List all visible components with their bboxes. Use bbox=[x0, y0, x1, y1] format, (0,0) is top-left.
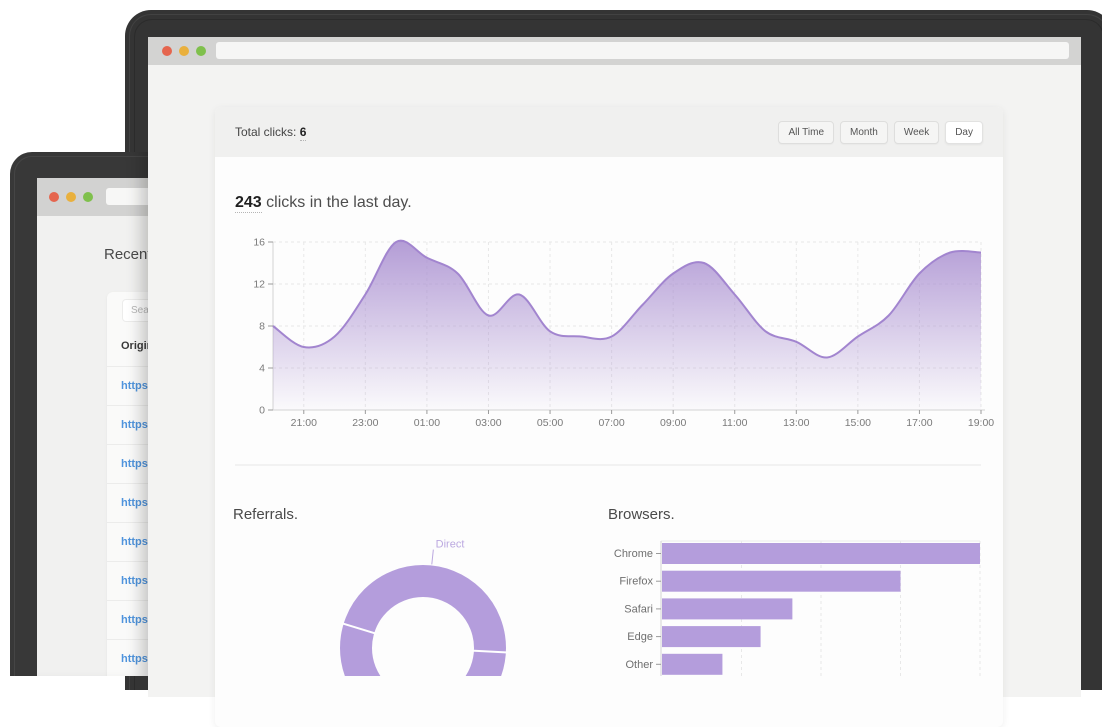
filter-button-week[interactable]: Week bbox=[894, 121, 939, 144]
origin-link[interactable]: https:// bbox=[121, 653, 148, 665]
table-row: https:// bbox=[107, 483, 148, 522]
table-row: https:// bbox=[107, 405, 148, 444]
browsers-heading: Browsers. bbox=[608, 506, 675, 523]
svg-text:12: 12 bbox=[253, 279, 265, 291]
svg-text:19:00: 19:00 bbox=[968, 417, 994, 429]
filter-button-day[interactable]: Day bbox=[945, 121, 983, 144]
table-row: https:// bbox=[107, 639, 148, 676]
maximize-window-button[interactable] bbox=[196, 46, 206, 56]
svg-text:03:00: 03:00 bbox=[475, 417, 501, 429]
browser-label-other: Other bbox=[625, 659, 653, 671]
recent-heading: Recent bbox=[104, 246, 148, 263]
close-window-button[interactable] bbox=[162, 46, 172, 56]
filter-button-all-time[interactable]: All Time bbox=[778, 121, 834, 144]
svg-text:8: 8 bbox=[259, 321, 265, 333]
origin-link[interactable]: https:// bbox=[121, 614, 148, 626]
svg-text:17:00: 17:00 bbox=[906, 417, 932, 429]
filter-button-month[interactable]: Month bbox=[840, 121, 888, 144]
main-browser-titlebar bbox=[148, 37, 1081, 65]
svg-text:01:00: 01:00 bbox=[414, 417, 440, 429]
analytics-card-header: Total clicks: 6 All Time Month Week Day bbox=[215, 107, 1003, 157]
svg-text:07:00: 07:00 bbox=[598, 417, 624, 429]
maximize-window-button[interactable] bbox=[83, 192, 93, 202]
origin-link[interactable]: https:// bbox=[121, 497, 148, 509]
svg-text:23:00: 23:00 bbox=[352, 417, 378, 429]
svg-text:11:00: 11:00 bbox=[722, 417, 748, 429]
referrals-heading: Referrals. bbox=[233, 506, 298, 523]
origin-link[interactable]: https:// bbox=[121, 458, 148, 470]
origin-link[interactable]: https:// bbox=[121, 419, 148, 431]
browser-label-chrome: Chrome bbox=[614, 548, 653, 560]
table-row: https:// bbox=[107, 522, 148, 561]
charts-canvas: 0 4 8 12 16 21:00 23:00 01:00 03:00 05:00 07:00 09:… bbox=[215, 157, 1003, 676]
svg-text:16: 16 bbox=[253, 237, 265, 249]
table-row: https:// bbox=[107, 366, 148, 405]
svg-text:21:00: 21:00 bbox=[291, 417, 317, 429]
total-clicks-value: 6 bbox=[300, 125, 307, 141]
minimize-window-button[interactable] bbox=[179, 46, 189, 56]
table-row: https:// bbox=[107, 600, 148, 639]
links-table: https:// https:// https:// https:// https://… bbox=[107, 366, 148, 676]
browser-bar-firefox bbox=[662, 571, 901, 592]
background-browser-window: Recent Origin https://https://https://ht… bbox=[10, 152, 148, 676]
origin-link[interactable]: https:// bbox=[121, 536, 148, 548]
svg-text:05:00: 05:00 bbox=[537, 417, 563, 429]
window-controls bbox=[49, 192, 93, 202]
browser-bar-safari bbox=[662, 598, 792, 619]
total-clicks-label: Total clicks: 6 bbox=[235, 125, 306, 139]
origin-column-header: Origin bbox=[121, 340, 148, 352]
browser-label-edge: Edge bbox=[627, 631, 653, 643]
search-input[interactable] bbox=[122, 299, 148, 322]
background-browser-titlebar bbox=[37, 178, 148, 216]
main-browser-window-frame: Total clicks: 6 All TimeMonthWeekDay 243… bbox=[125, 10, 1102, 690]
time-filter-group: All Time Month Week Day bbox=[778, 121, 983, 144]
browser-label-safari: Safari bbox=[624, 603, 653, 615]
svg-text:13:00: 13:00 bbox=[783, 417, 809, 429]
svg-text:15:00: 15:00 bbox=[845, 417, 871, 429]
url-bar[interactable] bbox=[216, 42, 1069, 59]
doughnut-label-direct: Direct bbox=[436, 539, 465, 551]
origin-link[interactable]: https:// bbox=[121, 380, 148, 392]
svg-text:0: 0 bbox=[259, 405, 265, 417]
analytics-card: Total clicks: 6 All TimeMonthWeekDay 243… bbox=[215, 107, 1003, 727]
url-bar[interactable] bbox=[106, 188, 148, 205]
browser-bar-other bbox=[662, 654, 722, 675]
browser-bar-edge bbox=[662, 626, 761, 647]
close-window-button[interactable] bbox=[49, 192, 59, 202]
total-clicks-text: Total clicks: bbox=[235, 125, 296, 139]
svg-text:4: 4 bbox=[259, 363, 265, 375]
main-browser-content: Total clicks: 6 All TimeMonthWeekDay 243… bbox=[148, 37, 1081, 697]
recent-links-card: Origin https://https://https://https://h… bbox=[107, 292, 148, 676]
origin-link[interactable]: https:// bbox=[121, 575, 148, 587]
referrals-doughnut bbox=[356, 581, 490, 676]
browser-bar-chrome bbox=[662, 543, 980, 564]
svg-text:09:00: 09:00 bbox=[660, 417, 686, 429]
table-row: https:// bbox=[107, 444, 148, 483]
browser-label-firefox: Firefox bbox=[619, 576, 653, 588]
table-row: https:// bbox=[107, 561, 148, 600]
background-browser-content: Recent Origin https://https://https://ht… bbox=[37, 178, 148, 676]
window-controls bbox=[162, 46, 206, 56]
minimize-window-button[interactable] bbox=[66, 192, 76, 202]
